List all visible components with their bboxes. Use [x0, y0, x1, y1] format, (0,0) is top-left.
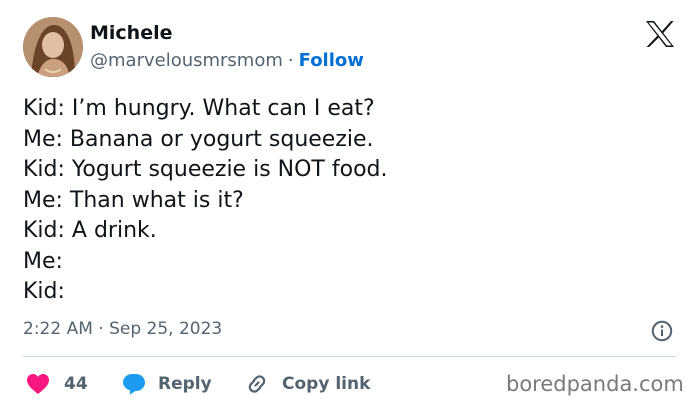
tweet-timestamp[interactable]: 2:22 AM · Sep 25, 2023 [23, 319, 222, 339]
tweet-line: Me: Banana or yogurt squeezie. [23, 126, 374, 152]
author-handle[interactable]: @marvelousmrsmom [90, 50, 283, 71]
copy-link-label: Copy link [282, 374, 371, 394]
like-count: 44 [64, 374, 88, 394]
tweet-line: Kid: [23, 279, 65, 304]
link-icon [248, 375, 266, 393]
reply-button[interactable]: Reply [122, 370, 212, 398]
speech-bubble-icon [123, 374, 145, 395]
tweet-card: Michele @marvelousmrsmom · Follow Kid: I’m… [0, 0, 700, 410]
tweet-line: Kid: A drink. [23, 218, 157, 243]
info-icon[interactable] [651, 320, 673, 342]
tweet-line: Kid: I’m hungry. What can I eat? [23, 96, 375, 121]
tweet-line: Kid: Yogurt squeezie is NOT food. [23, 157, 388, 182]
heart-icon [27, 374, 49, 394]
x-logo-icon[interactable] [645, 20, 675, 48]
separator-dot: · [287, 50, 294, 71]
author-name[interactable]: Michele [90, 22, 173, 44]
copy-link-button[interactable]: Copy link [245, 370, 370, 398]
reply-label: Reply [158, 374, 212, 394]
tweet-text: Kid: I’m hungry. What can I eat? Me: Ban… [23, 94, 387, 308]
avatar[interactable] [23, 17, 83, 77]
divider [23, 356, 677, 357]
tweet-line: Me: Than what is it? [23, 187, 244, 213]
tweet-line: Me: [23, 248, 63, 274]
handle-row: @marvelousmrsmom · Follow [90, 50, 364, 71]
watermark: boredpanda.com [506, 372, 684, 396]
like-button[interactable]: 44 [26, 370, 88, 398]
follow-button[interactable]: Follow [299, 50, 364, 71]
